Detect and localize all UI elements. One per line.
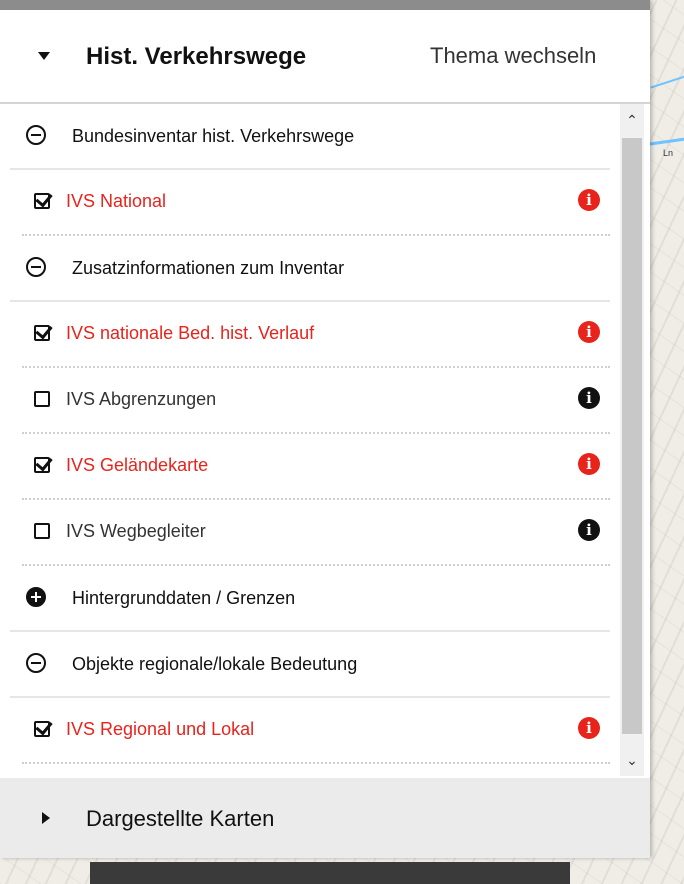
map-bottom-bar: [90, 862, 570, 884]
layer-group[interactable]: Zusatzinformationen zum Inventar: [10, 236, 610, 302]
checkbox-checked-icon[interactable]: [34, 193, 50, 209]
checkbox-unchecked-icon[interactable]: [34, 391, 50, 407]
layer-item[interactable]: IVS nationale Bed. hist. Verlauf i: [22, 302, 610, 368]
checkbox-checked-icon[interactable]: [34, 457, 50, 473]
layer-label[interactable]: IVS nationale Bed. hist. Verlauf: [66, 323, 314, 344]
info-icon[interactable]: i: [578, 717, 600, 739]
topic-header[interactable]: Hist. Verkehrswege Thema wechseln: [0, 10, 650, 104]
collapse-minus-icon[interactable]: [26, 653, 46, 673]
layer-group[interactable]: Objekte regionale/lokale Bedeutung: [10, 632, 610, 698]
checkbox-checked-icon[interactable]: [34, 721, 50, 737]
layer-group-label[interactable]: Objekte regionale/lokale Bedeutung: [72, 654, 357, 675]
scroll-up-arrow-icon[interactable]: ⌃: [620, 108, 644, 132]
expand-plus-icon[interactable]: [26, 587, 46, 607]
layer-label[interactable]: IVS Geländekarte: [66, 455, 208, 476]
layer-group[interactable]: Bundesinventar hist. Verkehrswege: [10, 104, 610, 170]
info-icon[interactable]: i: [578, 189, 600, 211]
layer-item[interactable]: IVS Geländekarte i: [22, 434, 610, 500]
scroll-down-arrow-icon[interactable]: ⌄: [620, 748, 644, 772]
maps-shown-section[interactable]: Dargestellte Karten: [0, 778, 650, 858]
maps-shown-label[interactable]: Dargestellte Karten: [86, 806, 274, 832]
switch-topic-link[interactable]: Thema wechseln: [430, 43, 596, 69]
layer-label[interactable]: IVS Wegbegleiter: [66, 521, 206, 542]
caret-down-icon[interactable]: [38, 52, 50, 60]
layer-item[interactable]: IVS National i: [22, 170, 610, 236]
layer-group-label[interactable]: Bundesinventar hist. Verkehrswege: [72, 126, 354, 147]
layer-item[interactable]: IVS Abgrenzungen i: [22, 368, 610, 434]
layer-group[interactable]: Hintergrunddaten / Grenzen: [10, 566, 610, 632]
info-icon[interactable]: i: [578, 519, 600, 541]
layer-label[interactable]: IVS Regional und Lokal: [66, 719, 254, 740]
scroll-thumb[interactable]: [622, 138, 642, 734]
collapse-minus-icon[interactable]: [26, 125, 46, 145]
map-river: [650, 74, 684, 102]
layer-label[interactable]: IVS National: [66, 191, 166, 212]
layer-item[interactable]: IVS Regional und Lokal i: [22, 698, 610, 764]
scrollbar[interactable]: ⌃ ⌄: [620, 104, 644, 776]
caret-right-icon[interactable]: [42, 812, 50, 824]
layer-tree: Bundesinventar hist. Verkehrswege IVS Nat…: [0, 104, 620, 776]
layer-label[interactable]: IVS Abgrenzungen: [66, 389, 216, 410]
layer-panel: Hist. Verkehrswege Thema wechseln Bundes…: [0, 0, 650, 858]
checkbox-unchecked-icon[interactable]: [34, 523, 50, 539]
info-icon[interactable]: i: [578, 321, 600, 343]
map-place-label: Ln: [663, 148, 674, 158]
layer-item[interactable]: IVS Wegbegleiter i: [22, 500, 610, 566]
checkbox-checked-icon[interactable]: [34, 325, 50, 341]
panel-top-bar: [0, 0, 650, 10]
info-icon[interactable]: i: [578, 453, 600, 475]
info-icon[interactable]: i: [578, 387, 600, 409]
topic-title[interactable]: Hist. Verkehrswege: [86, 43, 306, 71]
layer-group-label[interactable]: Hintergrunddaten / Grenzen: [72, 588, 295, 609]
collapse-minus-icon[interactable]: [26, 257, 46, 277]
layer-group-label[interactable]: Zusatzinformationen zum Inventar: [72, 258, 344, 279]
